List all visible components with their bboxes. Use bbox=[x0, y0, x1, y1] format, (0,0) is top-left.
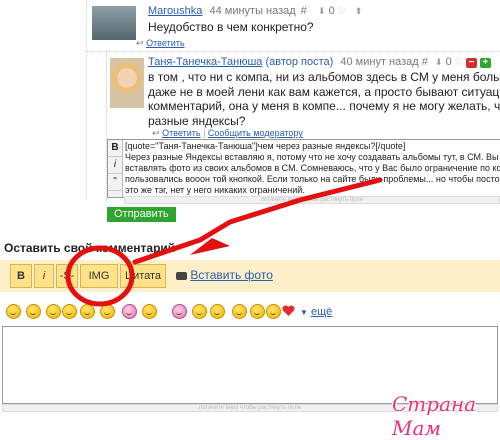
watermark: Страна Мам bbox=[392, 392, 477, 440]
annotation-arrow bbox=[132, 177, 383, 265]
annotation-circle bbox=[65, 245, 135, 307]
annotation-overlay bbox=[65, 177, 383, 307]
